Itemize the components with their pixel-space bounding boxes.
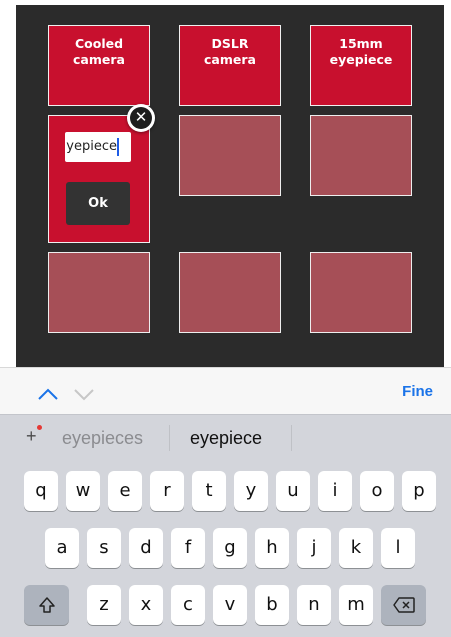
tile-empty[interactable] [48, 252, 150, 333]
tile-name-value: yepiece [66, 139, 117, 154]
key-c[interactable]: c [171, 585, 205, 625]
tile-empty[interactable] [310, 252, 412, 333]
close-icon: ✕ [130, 107, 152, 129]
tile-name-input[interactable]: yepiece [65, 132, 131, 162]
key-d[interactable]: d [129, 528, 163, 568]
key-r[interactable]: r [150, 471, 184, 511]
key-k[interactable]: k [339, 528, 373, 568]
key-f[interactable]: f [171, 528, 205, 568]
key-e[interactable]: e [108, 471, 142, 511]
tile-empty[interactable] [179, 115, 281, 196]
emoji-plus-icon[interactable]: + [26, 425, 42, 447]
key-o[interactable]: o [360, 471, 394, 511]
tile-label: DSLR camera [204, 36, 256, 67]
tile-label: 15mm eyepiece [329, 36, 393, 67]
text-caret [117, 138, 119, 156]
key-q[interactable]: q [24, 471, 58, 511]
key-g[interactable]: g [213, 528, 247, 568]
key-i[interactable]: i [318, 471, 352, 511]
on-screen-keyboard: q w e r t y u i o p a s d f g h j k l z … [0, 461, 451, 637]
tile-label: Cooled camera [73, 36, 125, 67]
key-p[interactable]: p [402, 471, 436, 511]
tile-empty[interactable] [310, 115, 412, 196]
tile-empty[interactable] [179, 252, 281, 333]
done-button[interactable]: Fine [402, 383, 433, 400]
suggestion-bar: + eyepieces eyepiece [0, 414, 451, 461]
key-z[interactable]: z [87, 585, 121, 625]
ok-button[interactable]: Ok [66, 182, 130, 225]
shift-icon [38, 597, 55, 613]
key-w[interactable]: w [66, 471, 100, 511]
key-t[interactable]: t [192, 471, 226, 511]
backspace-key[interactable] [381, 585, 426, 625]
tile-15mm-eyepiece[interactable]: 15mm eyepiece [310, 25, 412, 106]
key-n[interactable]: n [297, 585, 331, 625]
equipment-grid-panel: Cooled camera DSLR camera 15mm eyepiece … [16, 5, 444, 367]
shift-key[interactable] [24, 585, 69, 625]
key-v[interactable]: v [213, 585, 247, 625]
suggestion-item[interactable]: eyepiece [190, 428, 262, 449]
backspace-icon [392, 597, 415, 613]
keyboard-toolbar: Fine [0, 367, 451, 414]
suggestion-item[interactable]: eyepieces [62, 428, 143, 449]
key-u[interactable]: u [276, 471, 310, 511]
key-y[interactable]: y [234, 471, 268, 511]
suggestion-divider [169, 425, 170, 451]
key-b[interactable]: b [255, 585, 289, 625]
close-editor-button[interactable]: ✕ [127, 104, 155, 132]
chevron-down-icon[interactable] [73, 387, 94, 401]
chevron-up-icon[interactable] [37, 387, 58, 401]
suggestion-divider [291, 425, 292, 451]
key-x[interactable]: x [129, 585, 163, 625]
key-s[interactable]: s [87, 528, 121, 568]
tile-cooled-camera[interactable]: Cooled camera [48, 25, 150, 106]
key-l[interactable]: l [381, 528, 415, 568]
tile-dslr-camera[interactable]: DSLR camera [179, 25, 281, 106]
key-m[interactable]: m [339, 585, 373, 625]
key-h[interactable]: h [255, 528, 289, 568]
tile-editor: yepiece Ok [48, 115, 150, 243]
key-j[interactable]: j [297, 528, 331, 568]
key-a[interactable]: a [45, 528, 79, 568]
